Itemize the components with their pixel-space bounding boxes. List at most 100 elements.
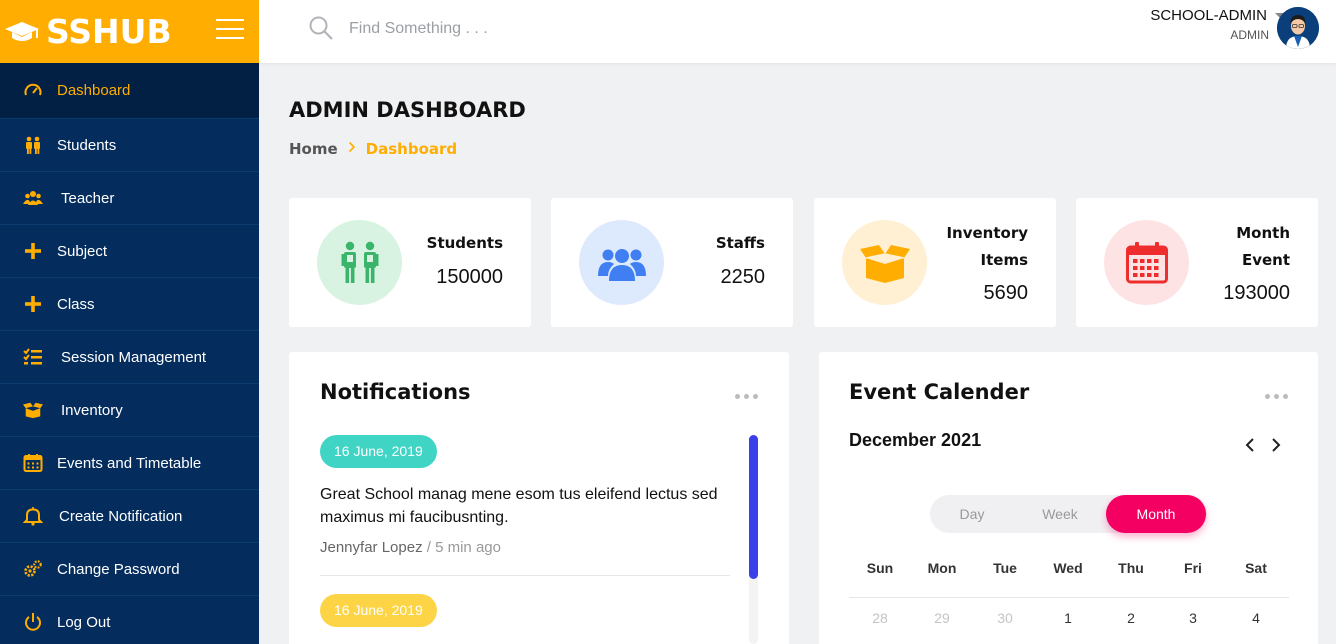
logo-bar: SSHUB: [0, 0, 259, 63]
panel-title: Notifications: [320, 380, 471, 404]
hamburger-line: [216, 28, 244, 30]
view-week-button[interactable]: Week: [1018, 495, 1102, 533]
stat-value: 2250: [720, 266, 766, 288]
event-calendar-panel: Event Calender December 2021 Day Week Mo…: [819, 352, 1318, 644]
bell-icon: [23, 506, 43, 526]
power-icon: [23, 612, 43, 632]
notifications-panel: Notifications 16 June, 2019 Great School…: [289, 352, 789, 644]
calendar-day[interactable]: 4: [1225, 610, 1287, 626]
calendar-day[interactable]: 28: [849, 610, 911, 626]
sidebar-item-label: Subject: [57, 242, 108, 260]
sidebar: SSHUB Dashboard Students Teacher Subject…: [0, 0, 259, 644]
breadcrumb-home-link[interactable]: Home: [289, 140, 338, 158]
sidebar-item-label: Inventory: [61, 401, 123, 419]
logo-text: SSHUB: [46, 12, 172, 51]
view-day-button[interactable]: Day: [930, 495, 1014, 533]
sidebar-item-inventory[interactable]: Inventory: [0, 384, 259, 437]
scrollbar[interactable]: [749, 435, 758, 644]
notification-meta: Jennyfar Lopez / 5 min ago: [320, 539, 501, 556]
calendar-day[interactable]: 29: [911, 610, 973, 626]
sidebar-nav: Dashboard Students Teacher Subject Class: [0, 63, 259, 644]
search-icon[interactable]: [308, 15, 334, 41]
view-month-button[interactable]: Month: [1106, 495, 1206, 533]
stat-card-inventory: Inventory Items 5690: [814, 198, 1056, 327]
panel-title: Event Calender: [849, 380, 1030, 404]
menu-toggle-button[interactable]: [216, 19, 244, 41]
stat-label-line: Month: [1236, 224, 1290, 242]
sidebar-item-label: Class: [57, 295, 95, 313]
divider: [320, 575, 730, 576]
students-icon: [317, 220, 402, 305]
plus-icon: [23, 294, 43, 314]
more-options-icon[interactable]: [735, 394, 758, 399]
sidebar-item-label: Log Out: [57, 613, 111, 631]
user-role: ADMIN: [1230, 28, 1269, 42]
calendar-day[interactable]: 30: [974, 610, 1036, 626]
plus-icon: [23, 241, 43, 261]
stat-card-students: Students 150000: [289, 198, 531, 327]
breadcrumb: Home Dashboard: [289, 140, 457, 158]
stat-label: Staffs: [715, 234, 765, 252]
calendar-day[interactable]: 2: [1100, 610, 1162, 626]
stat-label-line: Items: [980, 251, 1028, 269]
graduation-cap-icon: [5, 21, 39, 41]
chevron-right-icon[interactable]: [1270, 437, 1282, 453]
users-icon: [579, 220, 664, 305]
stat-card-staffs: Staffs 2250: [551, 198, 793, 327]
sidebar-item-events-timetable[interactable]: Events and Timetable: [0, 437, 259, 490]
sidebar-item-subject[interactable]: Subject: [0, 225, 259, 278]
weekday-label: Fri: [1184, 560, 1202, 576]
weekday-label: Sat: [1245, 560, 1267, 576]
sidebar-item-teacher[interactable]: Teacher: [0, 172, 259, 225]
sidebar-item-label: Events and Timetable: [57, 454, 202, 472]
notification-date-badge: 16 June, 2019: [320, 594, 437, 627]
search-input[interactable]: [349, 18, 649, 40]
gears-icon: [23, 559, 43, 579]
sidebar-item-label: Students: [57, 136, 117, 154]
sidebar-item-dashboard[interactable]: Dashboard: [0, 63, 259, 119]
sidebar-item-students[interactable]: Students: [0, 119, 259, 172]
hamburger-line: [216, 37, 244, 39]
notification-date-badge: 16 June, 2019: [320, 435, 437, 468]
sidebar-item-label: Session Management: [61, 348, 207, 366]
stat-card-month-event: Month Event 193000: [1076, 198, 1318, 327]
sidebar-item-log-out[interactable]: Log Out: [0, 596, 259, 644]
weekday-label: Mon: [927, 560, 957, 576]
weekday-label: Wed: [1053, 560, 1083, 576]
chevron-right-icon: [348, 141, 356, 157]
stat-value: 193000: [1223, 282, 1290, 304]
list-check-icon: [23, 347, 43, 367]
notification-time: 5 min ago: [435, 539, 501, 556]
sidebar-item-change-password[interactable]: Change Password: [0, 543, 259, 596]
sidebar-item-label: Change Password: [57, 560, 180, 578]
user-name-row: SCHOOL-ADMIN: [1150, 7, 1285, 24]
breadcrumb-current: Dashboard: [365, 140, 458, 158]
calendar-month-label: December 2021: [849, 430, 982, 450]
stat-label: Students: [426, 234, 503, 252]
chevron-left-icon[interactable]: [1244, 437, 1256, 453]
sidebar-item-session-management[interactable]: Session Management: [0, 331, 259, 384]
more-options-icon[interactable]: [1265, 394, 1288, 399]
hamburger-line: [216, 19, 244, 21]
box-icon: [23, 400, 43, 420]
sidebar-item-label: Dashboard: [57, 82, 131, 99]
notification-text: Great School manag mene esom tus eleifen…: [320, 486, 718, 526]
calendar-icon: [1104, 220, 1189, 305]
stat-label: Month Event: [1236, 220, 1290, 274]
calendar-day[interactable]: 3: [1162, 610, 1224, 626]
stat-label-line: Event: [1241, 251, 1290, 269]
divider: [849, 597, 1289, 598]
user-menu[interactable]: SCHOOL-ADMIN ADMIN: [1150, 7, 1285, 42]
page-title: ADMIN DASHBOARD: [289, 98, 526, 122]
box-icon: [842, 220, 927, 305]
logo[interactable]: SSHUB: [4, 12, 172, 51]
scrollbar-thumb[interactable]: [749, 435, 758, 579]
weekday-label: Tue: [993, 560, 1017, 576]
sidebar-item-create-notification[interactable]: Create Notification: [0, 490, 259, 543]
users-icon: [23, 188, 43, 208]
top-header: SCHOOL-ADMIN ADMIN: [259, 0, 1336, 63]
sidebar-item-class[interactable]: Class: [0, 278, 259, 331]
avatar[interactable]: [1277, 7, 1319, 49]
stat-value: 150000: [436, 266, 503, 288]
calendar-day[interactable]: 1: [1037, 610, 1099, 626]
